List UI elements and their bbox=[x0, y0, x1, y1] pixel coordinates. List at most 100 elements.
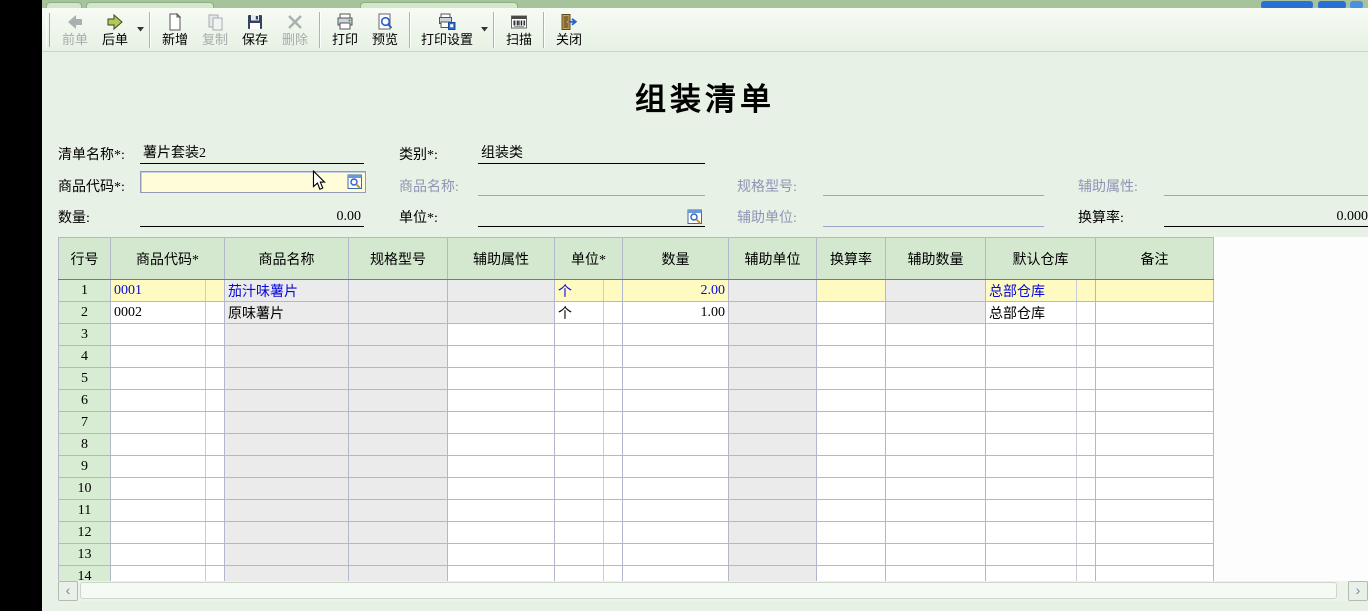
cell-row_no[interactable]: 1 bbox=[59, 280, 111, 302]
cell-row_no[interactable]: 12 bbox=[59, 522, 111, 544]
cell-aux_attr[interactable] bbox=[448, 368, 555, 390]
cell-spec[interactable] bbox=[349, 566, 448, 582]
cell-aux_qty[interactable] bbox=[886, 478, 986, 500]
cell-qty[interactable] bbox=[623, 500, 729, 522]
cell-spec[interactable] bbox=[349, 456, 448, 478]
horizontal-scrollbar[interactable]: ‹ › bbox=[58, 581, 1368, 601]
cell-warehouse[interactable] bbox=[986, 412, 1096, 434]
cell-aux_attr[interactable] bbox=[448, 544, 555, 566]
col-header-qty[interactable]: 数量 bbox=[623, 238, 729, 280]
cell-aux_qty[interactable] bbox=[886, 302, 986, 324]
cell-code[interactable] bbox=[111, 544, 225, 566]
cell-note[interactable] bbox=[1096, 478, 1214, 500]
cell-rate[interactable] bbox=[817, 346, 886, 368]
cell-unit[interactable] bbox=[555, 456, 623, 478]
cell-code[interactable] bbox=[111, 456, 225, 478]
cell-aux_unit[interactable] bbox=[729, 280, 817, 302]
cell-row_no[interactable]: 11 bbox=[59, 500, 111, 522]
cell-qty[interactable] bbox=[623, 368, 729, 390]
cell-aux_attr[interactable] bbox=[448, 390, 555, 412]
cell-unit[interactable] bbox=[555, 522, 623, 544]
cell-qty[interactable]: 1.00 bbox=[623, 302, 729, 324]
cell-name[interactable]: 原味薯片 bbox=[225, 302, 349, 324]
cell-warehouse[interactable] bbox=[986, 566, 1096, 582]
cell-aux_unit[interactable] bbox=[729, 412, 817, 434]
cell-aux_unit[interactable] bbox=[729, 302, 817, 324]
next-doc-button[interactable]: 后单 bbox=[95, 9, 135, 51]
cell-code[interactable] bbox=[111, 346, 225, 368]
list-name-field[interactable]: 薯片套装2 bbox=[140, 144, 364, 164]
cell-warehouse[interactable] bbox=[986, 390, 1096, 412]
cell-aux_unit[interactable] bbox=[729, 500, 817, 522]
cell-aux_qty[interactable] bbox=[886, 544, 986, 566]
cell-aux_qty[interactable] bbox=[886, 346, 986, 368]
cell-qty[interactable] bbox=[623, 544, 729, 566]
quantity-field[interactable]: 0.00 bbox=[140, 207, 364, 227]
cell-rate[interactable] bbox=[817, 522, 886, 544]
cell-name[interactable] bbox=[225, 390, 349, 412]
col-header-aux_attr[interactable]: 辅助属性 bbox=[448, 238, 555, 280]
cell-note[interactable] bbox=[1096, 544, 1214, 566]
cell-spec[interactable] bbox=[349, 302, 448, 324]
cell-unit[interactable] bbox=[555, 500, 623, 522]
cell-aux_unit[interactable] bbox=[729, 522, 817, 544]
cell-row_no[interactable]: 14 bbox=[59, 566, 111, 582]
item-code-input[interactable] bbox=[140, 171, 366, 193]
cell-name[interactable] bbox=[225, 456, 349, 478]
cell-aux_attr[interactable] bbox=[448, 324, 555, 346]
cell-unit[interactable] bbox=[555, 346, 623, 368]
cell-row_no[interactable]: 13 bbox=[59, 544, 111, 566]
cell-rate[interactable] bbox=[817, 324, 886, 346]
cell-note[interactable] bbox=[1096, 566, 1214, 582]
cell-spec[interactable] bbox=[349, 412, 448, 434]
cell-rate[interactable] bbox=[817, 434, 886, 456]
cell-qty[interactable]: 2.00 bbox=[623, 280, 729, 302]
col-header-aux_qty[interactable]: 辅助数量 bbox=[886, 238, 986, 280]
cell-spec[interactable] bbox=[349, 522, 448, 544]
scroll-left-button[interactable]: ‹ bbox=[58, 581, 78, 601]
cell-aux_attr[interactable] bbox=[448, 500, 555, 522]
cell-aux_attr[interactable] bbox=[448, 434, 555, 456]
scan-button[interactable]: 扫描 bbox=[499, 9, 539, 51]
cell-qty[interactable] bbox=[623, 346, 729, 368]
print-settings-dropdown[interactable] bbox=[479, 9, 489, 51]
new-button[interactable]: 新增 bbox=[155, 9, 195, 51]
cell-spec[interactable] bbox=[349, 478, 448, 500]
cell-aux_qty[interactable] bbox=[886, 390, 986, 412]
col-header-aux_unit[interactable]: 辅助单位 bbox=[729, 238, 817, 280]
cell-note[interactable] bbox=[1096, 412, 1214, 434]
col-header-spec[interactable]: 规格型号 bbox=[349, 238, 448, 280]
cell-code[interactable] bbox=[111, 500, 225, 522]
cell-aux_attr[interactable] bbox=[448, 412, 555, 434]
cell-note[interactable] bbox=[1096, 456, 1214, 478]
cell-rate[interactable] bbox=[817, 478, 886, 500]
cell-aux_qty[interactable] bbox=[886, 412, 986, 434]
scrollbar-track[interactable] bbox=[78, 581, 1348, 601]
cell-unit[interactable] bbox=[555, 368, 623, 390]
cell-qty[interactable] bbox=[623, 434, 729, 456]
cell-aux_attr[interactable] bbox=[448, 566, 555, 582]
print-button[interactable]: 打印 bbox=[325, 9, 365, 51]
cell-aux_attr[interactable] bbox=[448, 456, 555, 478]
cell-rate[interactable] bbox=[817, 566, 886, 582]
cell-aux_unit[interactable] bbox=[729, 368, 817, 390]
cell-row_no[interactable]: 10 bbox=[59, 478, 111, 500]
cell-aux_unit[interactable] bbox=[729, 346, 817, 368]
cell-unit[interactable] bbox=[555, 544, 623, 566]
cell-aux_unit[interactable] bbox=[729, 434, 817, 456]
cell-row_no[interactable]: 3 bbox=[59, 324, 111, 346]
next-doc-dropdown[interactable] bbox=[135, 9, 145, 51]
cell-aux_qty[interactable] bbox=[886, 500, 986, 522]
cell-name[interactable] bbox=[225, 500, 349, 522]
cell-aux_qty[interactable] bbox=[886, 522, 986, 544]
cell-row_no[interactable]: 9 bbox=[59, 456, 111, 478]
cell-rate[interactable] bbox=[817, 390, 886, 412]
cell-warehouse[interactable] bbox=[986, 434, 1096, 456]
cell-spec[interactable] bbox=[349, 544, 448, 566]
cell-qty[interactable] bbox=[623, 456, 729, 478]
cell-code[interactable] bbox=[111, 522, 225, 544]
cell-aux_qty[interactable] bbox=[886, 324, 986, 346]
cell-warehouse[interactable]: 总部仓库 bbox=[986, 302, 1096, 324]
cell-row_no[interactable]: 5 bbox=[59, 368, 111, 390]
cell-name[interactable] bbox=[225, 346, 349, 368]
